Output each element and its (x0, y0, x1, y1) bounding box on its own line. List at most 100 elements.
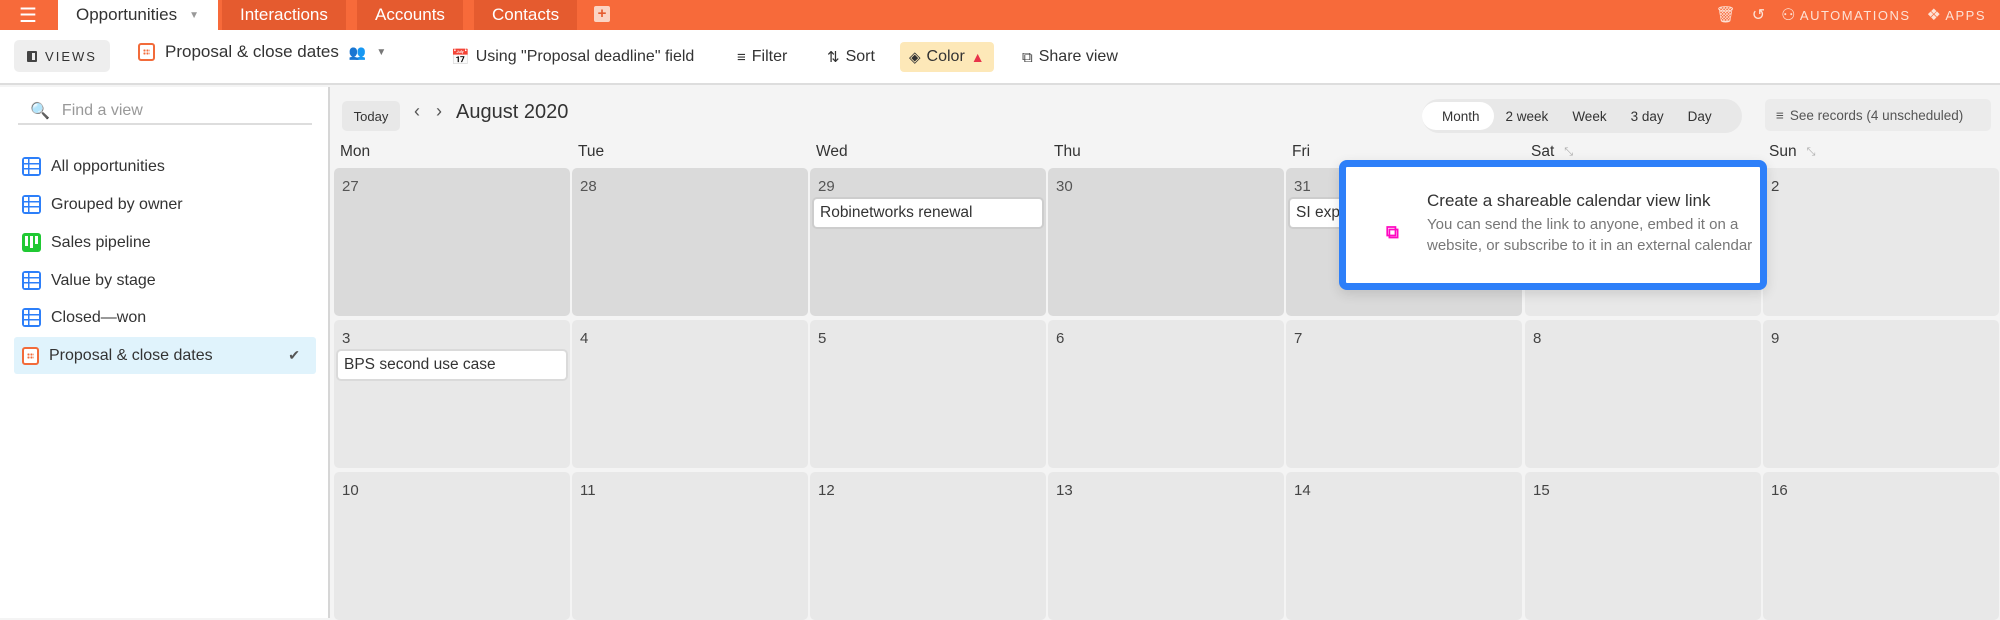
views-sidebar: 🔍 Find a view All opportunities Grouped … (0, 87, 330, 618)
today-button[interactable]: Today (342, 101, 400, 131)
calendar-icon (138, 43, 155, 61)
calendar-day-cell[interactable]: 3 BPS second use case (334, 320, 570, 468)
day-name: Fri (1292, 143, 1311, 160)
day-number: 3 (342, 330, 351, 347)
share-view-button[interactable]: ⧉ Share view (1013, 42, 1127, 72)
range-2-week[interactable]: 2 week (1494, 102, 1561, 130)
filter-button[interactable]: ≡ Filter (728, 42, 796, 72)
sidebar-item-sales-pipeline[interactable]: Sales pipeline (14, 224, 316, 261)
calendar-day-cell[interactable]: 27 (334, 168, 570, 316)
day-number: 31 (1294, 178, 1311, 195)
tab-contacts[interactable]: Contacts (474, 0, 578, 30)
calendar-day-cell[interactable]: 2 (1763, 168, 1999, 316)
range-month[interactable]: Month (1422, 102, 1494, 130)
day-number: 2 (1771, 178, 1780, 195)
calendar-day-cell[interactable]: 10 (334, 472, 570, 620)
calendar-view-icon (22, 346, 39, 365)
day-number: 27 (342, 178, 359, 195)
automations-button[interactable]: ⚇ AUTOMATIONS (1781, 5, 1910, 25)
calendar-day-cell[interactable]: 12 (810, 472, 1046, 620)
day-number: 5 (818, 330, 827, 347)
tab-opportunities[interactable]: Opportunities ▼ (58, 0, 218, 30)
share-label: Share view (1038, 48, 1118, 65)
calendar-event[interactable]: BPS second use case (338, 351, 566, 379)
popup-title: Create a shareable calendar view link (1427, 191, 1711, 210)
calendar-event[interactable]: Robinetworks renewal (814, 199, 1042, 227)
calendar-day-cell[interactable]: 13 (1048, 472, 1284, 620)
history-icon[interactable]: ↺ (1752, 5, 1765, 25)
view-label: Closed—won (51, 308, 147, 326)
range-day[interactable]: Day (1676, 102, 1724, 130)
calendar-day-cell[interactable]: 7 (1286, 320, 1522, 468)
calendar-day-cell[interactable]: 6 (1048, 320, 1284, 468)
calendar-day-cell[interactable]: 5 (810, 320, 1046, 468)
search-placeholder: Find a view (61, 102, 143, 119)
view-switcher[interactable]: Proposal & close dates 👥 ▼ (138, 42, 386, 62)
calendar-day-cell[interactable]: 8 (1525, 320, 1761, 468)
calendar-day-cell[interactable]: 15 (1525, 472, 1761, 620)
tab-label: Opportunities (76, 5, 178, 24)
date-field-button[interactable]: 📅 Using "Proposal deadline" field (442, 42, 703, 72)
calendar-day-cell[interactable]: 30 (1048, 168, 1284, 316)
list-icon: ≡ (1776, 107, 1784, 123)
see-records-button[interactable]: ≡ See records (4 unscheduled) (1765, 99, 1991, 131)
today-label: Today (353, 108, 389, 124)
view-label: Grouped by owner (51, 195, 183, 213)
link-icon: ⧉ (1386, 222, 1399, 242)
sidebar-item-all-opportunities[interactable]: All opportunities (14, 148, 316, 185)
chevron-down-icon[interactable]: ▼ (189, 10, 199, 21)
day-name: Sun (1769, 143, 1797, 160)
chevron-right-icon[interactable]: › (436, 101, 442, 122)
month-title: August 2020 (456, 101, 569, 123)
range-3-day[interactable]: 3 day (1619, 102, 1676, 130)
trash-icon[interactable]: 🗑 (1715, 5, 1735, 25)
color-button[interactable]: ◈ Color ▲ (900, 42, 994, 72)
views-toggle-button[interactable]: VIEWS (14, 40, 110, 72)
grid-view-icon (22, 271, 41, 290)
apps-button[interactable]: ❖ APPS (1927, 5, 1986, 25)
tab-accounts[interactable]: Accounts (357, 0, 463, 30)
range-label: 3 day (1630, 108, 1664, 124)
hamburger-icon[interactable]: ☰ (0, 0, 56, 30)
day-number: 9 (1771, 330, 1780, 347)
calendar-day-cell[interactable]: 4 (572, 320, 808, 468)
collapse-icon[interactable]: ⤡ (1807, 146, 1816, 159)
day-number: 8 (1533, 330, 1542, 347)
day-header-tue: Tue (578, 143, 604, 161)
range-week[interactable]: Week (1560, 102, 1618, 130)
apps-icon: ❖ (1926, 7, 1941, 24)
sort-icon: ⇅ (827, 49, 840, 66)
paint-bucket-icon: ◈ (909, 49, 921, 66)
calendar-day-cell[interactable]: 28 (572, 168, 808, 316)
day-header-sat: Sat ⤡ (1531, 143, 1573, 161)
day-header-mon: Mon (340, 143, 370, 161)
range-selector: Month 2 week Week 3 day Day (1422, 99, 1742, 133)
chevron-left-icon[interactable]: ‹ (414, 101, 420, 122)
sidebar-icon (27, 50, 38, 62)
sidebar-item-value-by-stage[interactable]: Value by stage (14, 262, 316, 299)
sidebar-item-proposal-close-dates[interactable]: Proposal & close dates ✔ (14, 337, 316, 374)
search-icon: 🔍 (30, 103, 50, 120)
share-calendar-popup[interactable]: ⧉ Create a shareable calendar view link … (1339, 160, 1767, 290)
calendar-day-cell[interactable]: 16 (1763, 472, 1999, 620)
tab-interactions[interactable]: Interactions (222, 0, 346, 30)
calendar-day-cell[interactable]: 11 (572, 472, 808, 620)
day-number: 28 (580, 178, 597, 195)
calendar-view: Today ‹ › August 2020 Month 2 week Week … (332, 87, 2000, 620)
day-number: 4 (580, 330, 589, 347)
kanban-view-icon (22, 233, 41, 252)
plus-square-icon[interactable]: + (594, 6, 610, 22)
warning-icon: ▲ (970, 49, 985, 65)
find-view-search[interactable]: 🔍 Find a view (18, 99, 312, 125)
calendar-day-cell[interactable]: 14 (1286, 472, 1522, 620)
collapse-icon[interactable]: ⤡ (1564, 146, 1573, 159)
sidebar-item-grouped-by-owner[interactable]: Grouped by owner (14, 186, 316, 223)
calendar-day-cell[interactable]: 9 (1763, 320, 1999, 468)
sidebar-item-closed-won[interactable]: Closed—won (14, 299, 316, 336)
sort-button[interactable]: ⇅ Sort (818, 42, 884, 72)
day-number: 29 (818, 178, 835, 195)
day-number: 15 (1533, 482, 1550, 499)
calendar-day-cell[interactable]: 29 Robinetworks renewal (810, 168, 1046, 316)
day-header-wed: Wed (816, 143, 848, 161)
tab-label: Accounts (375, 5, 445, 24)
